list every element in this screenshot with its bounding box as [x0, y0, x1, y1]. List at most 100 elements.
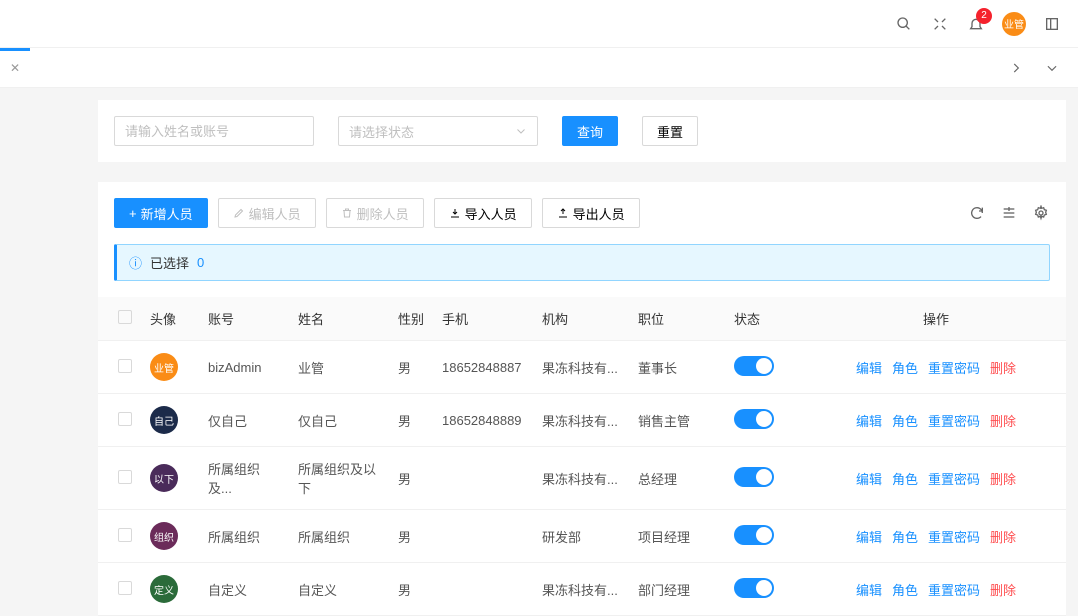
cell-account: 仅自己: [200, 394, 290, 447]
import-button[interactable]: 导入人员: [434, 198, 532, 228]
chevron-down-icon[interactable]: [1042, 58, 1062, 78]
chevron-right-icon[interactable]: [1006, 58, 1026, 78]
trash-icon: [341, 207, 353, 219]
status-toggle[interactable]: [734, 578, 774, 598]
cell-org: 果冻科技有...: [534, 447, 630, 510]
alert-label: 已选择: [150, 253, 189, 272]
status-select[interactable]: 请选择状态: [338, 116, 538, 146]
col-position: 职位: [630, 297, 726, 341]
table-row: 以下所属组织及...所属组织及以下男果冻科技有...总经理编辑角色重置密码删除: [98, 447, 1066, 510]
action-role[interactable]: 角色: [892, 580, 918, 599]
action-resetpw[interactable]: 重置密码: [928, 580, 980, 599]
cell-account: 所属组织: [200, 510, 290, 563]
cell-position: 销售主管: [630, 394, 726, 447]
row-avatar: 以下: [150, 464, 178, 492]
action-role[interactable]: 角色: [892, 469, 918, 488]
delete-button[interactable]: 删除人员: [326, 198, 424, 228]
cell-org: 果冻科技有...: [534, 394, 630, 447]
col-org: 机构: [534, 297, 630, 341]
action-delete[interactable]: 删除: [990, 411, 1016, 430]
add-button[interactable]: +新增人员: [114, 198, 208, 228]
select-all-checkbox[interactable]: [118, 310, 132, 324]
filter-bar: 请选择状态 查询 重置: [98, 100, 1066, 162]
row-avatar: 业管: [150, 353, 178, 381]
action-resetpw[interactable]: 重置密码: [928, 469, 980, 488]
cell-phone: [434, 563, 534, 616]
action-delete[interactable]: 删除: [990, 580, 1016, 599]
status-toggle[interactable]: [734, 356, 774, 376]
row-checkbox[interactable]: [118, 528, 132, 542]
edit-button[interactable]: 编辑人员: [218, 198, 316, 228]
cell-phone: [434, 510, 534, 563]
search-icon[interactable]: [894, 14, 914, 34]
action-role[interactable]: 角色: [892, 411, 918, 430]
reset-button[interactable]: 重置: [642, 116, 698, 146]
action-delete[interactable]: 删除: [990, 358, 1016, 377]
cell-name: 仅自己: [290, 394, 390, 447]
cell-account: bizAdmin: [200, 341, 290, 394]
refresh-icon[interactable]: [968, 204, 986, 222]
selection-alert: ⓘ 已选择 0: [114, 244, 1050, 281]
user-table: 头像 账号 姓名 性别 手机 机构 职位 状态 操作 业管bizAdmin业管男…: [98, 297, 1066, 616]
close-icon[interactable]: ✕: [10, 61, 24, 75]
action-edit[interactable]: 编辑: [856, 358, 882, 377]
cell-phone: 18652848887: [434, 341, 534, 394]
cell-gender: 男: [390, 447, 434, 510]
user-avatar[interactable]: 业管: [1002, 12, 1026, 36]
status-toggle[interactable]: [734, 409, 774, 429]
cell-org: 果冻科技有...: [534, 341, 630, 394]
action-resetpw[interactable]: 重置密码: [928, 411, 980, 430]
export-button[interactable]: 导出人员: [542, 198, 640, 228]
action-edit[interactable]: 编辑: [856, 469, 882, 488]
top-bar: 2 业管: [0, 0, 1078, 48]
status-toggle[interactable]: [734, 525, 774, 545]
cell-name: 自定义: [290, 563, 390, 616]
density-icon[interactable]: [1000, 204, 1018, 222]
row-checkbox[interactable]: [118, 412, 132, 426]
name-input[interactable]: [114, 116, 314, 146]
cell-gender: 男: [390, 510, 434, 563]
row-checkbox[interactable]: [118, 581, 132, 595]
cell-position: 项目经理: [630, 510, 726, 563]
upload-icon: [557, 207, 569, 219]
table-row: 业管bizAdmin业管男18652848887果冻科技有...董事长编辑角色重…: [98, 341, 1066, 394]
download-icon: [449, 207, 461, 219]
cell-position: 总经理: [630, 447, 726, 510]
fullscreen-icon[interactable]: [930, 14, 950, 34]
col-status: 状态: [726, 297, 806, 341]
gear-icon[interactable]: [1032, 204, 1050, 222]
action-delete[interactable]: 删除: [990, 469, 1016, 488]
row-avatar: 定义: [150, 575, 178, 603]
action-resetpw[interactable]: 重置密码: [928, 358, 980, 377]
col-account: 账号: [200, 297, 290, 341]
bell-icon[interactable]: 2: [966, 14, 986, 34]
col-ops: 操作: [806, 297, 1066, 341]
cell-org: 研发部: [534, 510, 630, 563]
cell-name: 所属组织: [290, 510, 390, 563]
cell-position: 部门经理: [630, 563, 726, 616]
status-toggle[interactable]: [734, 467, 774, 487]
action-edit[interactable]: 编辑: [856, 411, 882, 430]
col-avatar: 头像: [142, 297, 200, 341]
table-row: 自己仅自己仅自己男18652848889果冻科技有...销售主管编辑角色重置密码…: [98, 394, 1066, 447]
query-button[interactable]: 查询: [562, 116, 618, 146]
cell-phone: [434, 447, 534, 510]
cell-gender: 男: [390, 563, 434, 616]
cell-phone: 18652848889: [434, 394, 534, 447]
action-delete[interactable]: 删除: [990, 527, 1016, 546]
row-checkbox[interactable]: [118, 359, 132, 373]
action-resetpw[interactable]: 重置密码: [928, 527, 980, 546]
cell-position: 董事长: [630, 341, 726, 394]
plus-icon: +: [129, 206, 137, 221]
row-checkbox[interactable]: [118, 470, 132, 484]
cell-gender: 男: [390, 341, 434, 394]
action-edit[interactable]: 编辑: [856, 527, 882, 546]
action-edit[interactable]: 编辑: [856, 580, 882, 599]
alert-count: 0: [197, 255, 204, 270]
layout-icon[interactable]: [1042, 14, 1062, 34]
row-avatar: 组织: [150, 522, 178, 550]
table-row: 定义自定义自定义男果冻科技有...部门经理编辑角色重置密码删除: [98, 563, 1066, 616]
action-role[interactable]: 角色: [892, 527, 918, 546]
action-role[interactable]: 角色: [892, 358, 918, 377]
pencil-icon: [233, 207, 245, 219]
